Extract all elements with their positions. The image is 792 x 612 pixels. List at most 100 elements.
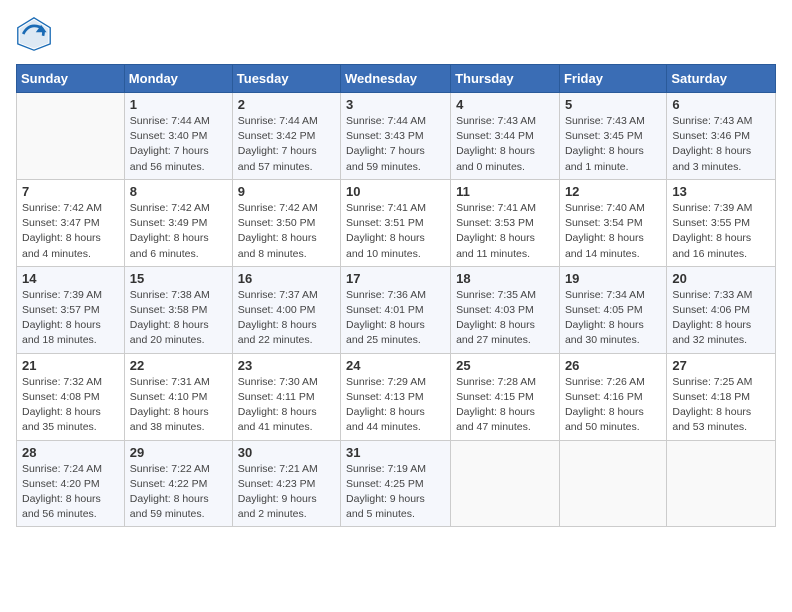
- calendar-cell: 6 Sunrise: 7:43 AM Sunset: 3:46 PM Daylig…: [667, 93, 776, 180]
- day-info: Sunrise: 7:35 AM Sunset: 4:03 PM Dayligh…: [456, 288, 554, 349]
- day-info: Sunrise: 7:32 AM Sunset: 4:08 PM Dayligh…: [22, 375, 119, 436]
- day-number: 15: [130, 271, 227, 286]
- day-number: 28: [22, 445, 119, 460]
- day-number: 25: [456, 358, 554, 373]
- day-info: Sunrise: 7:29 AM Sunset: 4:13 PM Dayligh…: [346, 375, 445, 436]
- calendar-cell: 29 Sunrise: 7:22 AM Sunset: 4:22 PM Dayli…: [124, 440, 232, 527]
- header-day-wednesday: Wednesday: [341, 65, 451, 93]
- day-number: 5: [565, 97, 661, 112]
- day-number: 30: [238, 445, 335, 460]
- day-number: 26: [565, 358, 661, 373]
- calendar-cell: 22Sunrise: 7:31 AM Sunset: 4:10 PM Dayli…: [124, 353, 232, 440]
- day-number: 31: [346, 445, 445, 460]
- day-number: 13: [672, 184, 770, 199]
- day-info: Sunrise: 7:43 AM Sunset: 3:46 PM Dayligh…: [672, 114, 770, 175]
- day-info: Sunrise: 7:26 AM Sunset: 4:16 PM Dayligh…: [565, 375, 661, 436]
- day-number: 14: [22, 271, 119, 286]
- day-info: Sunrise: 7:22 AM Sunset: 4:22 PM Dayligh…: [130, 462, 227, 523]
- day-number: 12: [565, 184, 661, 199]
- day-number: 29: [130, 445, 227, 460]
- calendar-cell: 25 Sunrise: 7:28 AM Sunset: 4:15 PM Dayli…: [451, 353, 560, 440]
- calendar-cell: 19 Sunrise: 7:34 AM Sunset: 4:05 PM Dayli…: [559, 266, 666, 353]
- day-number: 8: [130, 184, 227, 199]
- calendar-table: SundayMondayTuesdayWednesdayThursdayFrid…: [16, 64, 776, 527]
- calendar-cell: 17Sunrise: 7:36 AM Sunset: 4:01 PM Dayli…: [341, 266, 451, 353]
- day-number: 27: [672, 358, 770, 373]
- calendar-cell: 24 Sunrise: 7:29 AM Sunset: 4:13 PM Dayli…: [341, 353, 451, 440]
- calendar-cell: 7 Sunrise: 7:42 AM Sunset: 3:47 PM Daylig…: [17, 179, 125, 266]
- calendar-cell: [17, 93, 125, 180]
- header: [16, 16, 776, 52]
- day-info: Sunrise: 7:25 AM Sunset: 4:18 PM Dayligh…: [672, 375, 770, 436]
- day-number: 21: [22, 358, 119, 373]
- calendar-cell: 23 Sunrise: 7:30 AM Sunset: 4:11 PM Dayli…: [232, 353, 340, 440]
- day-info: Sunrise: 7:24 AM Sunset: 4:20 PM Dayligh…: [22, 462, 119, 523]
- day-number: 19: [565, 271, 661, 286]
- day-number: 18: [456, 271, 554, 286]
- day-number: 3: [346, 97, 445, 112]
- calendar-cell: 18 Sunrise: 7:35 AM Sunset: 4:03 PM Dayli…: [451, 266, 560, 353]
- day-info: Sunrise: 7:37 AM Sunset: 4:00 PM Dayligh…: [238, 288, 335, 349]
- day-info: Sunrise: 7:28 AM Sunset: 4:15 PM Dayligh…: [456, 375, 554, 436]
- day-info: Sunrise: 7:33 AM Sunset: 4:06 PM Dayligh…: [672, 288, 770, 349]
- calendar-cell: 2Sunrise: 7:44 AM Sunset: 3:42 PM Daylig…: [232, 93, 340, 180]
- calendar-cell: 14 Sunrise: 7:39 AM Sunset: 3:57 PM Dayli…: [17, 266, 125, 353]
- calendar-cell: [667, 440, 776, 527]
- day-number: 2: [238, 97, 335, 112]
- day-number: 24: [346, 358, 445, 373]
- day-info: Sunrise: 7:41 AM Sunset: 3:51 PM Dayligh…: [346, 201, 445, 262]
- day-number: 22: [130, 358, 227, 373]
- calendar-cell: [451, 440, 560, 527]
- day-number: 11: [456, 184, 554, 199]
- calendar-cell: 8 Sunrise: 7:42 AM Sunset: 3:49 PM Daylig…: [124, 179, 232, 266]
- logo-icon: [16, 16, 52, 52]
- calendar-week-row: 7 Sunrise: 7:42 AM Sunset: 3:47 PM Daylig…: [17, 179, 776, 266]
- day-info: Sunrise: 7:34 AM Sunset: 4:05 PM Dayligh…: [565, 288, 661, 349]
- logo: [16, 16, 58, 52]
- day-info: Sunrise: 7:39 AM Sunset: 3:55 PM Dayligh…: [672, 201, 770, 262]
- calendar-cell: 26 Sunrise: 7:26 AM Sunset: 4:16 PM Dayli…: [559, 353, 666, 440]
- calendar-cell: 12Sunrise: 7:40 AM Sunset: 3:54 PM Dayli…: [559, 179, 666, 266]
- header-day-saturday: Saturday: [667, 65, 776, 93]
- calendar-week-row: 1Sunrise: 7:44 AM Sunset: 3:40 PM Daylig…: [17, 93, 776, 180]
- calendar-cell: 31 Sunrise: 7:19 AM Sunset: 4:25 PM Dayli…: [341, 440, 451, 527]
- day-info: Sunrise: 7:42 AM Sunset: 3:49 PM Dayligh…: [130, 201, 227, 262]
- day-info: Sunrise: 7:39 AM Sunset: 3:57 PM Dayligh…: [22, 288, 119, 349]
- calendar-cell: 16 Sunrise: 7:37 AM Sunset: 4:00 PM Dayli…: [232, 266, 340, 353]
- day-number: 4: [456, 97, 554, 112]
- day-info: Sunrise: 7:19 AM Sunset: 4:25 PM Dayligh…: [346, 462, 445, 523]
- day-number: 7: [22, 184, 119, 199]
- day-info: Sunrise: 7:42 AM Sunset: 3:47 PM Dayligh…: [22, 201, 119, 262]
- calendar-cell: 15 Sunrise: 7:38 AM Sunset: 3:58 PM Dayli…: [124, 266, 232, 353]
- calendar-cell: 27 Sunrise: 7:25 AM Sunset: 4:18 PM Dayli…: [667, 353, 776, 440]
- header-day-thursday: Thursday: [451, 65, 560, 93]
- day-info: Sunrise: 7:30 AM Sunset: 4:11 PM Dayligh…: [238, 375, 335, 436]
- calendar-cell: 10 Sunrise: 7:41 AM Sunset: 3:51 PM Dayli…: [341, 179, 451, 266]
- day-number: 10: [346, 184, 445, 199]
- day-info: Sunrise: 7:44 AM Sunset: 3:40 PM Dayligh…: [130, 114, 227, 175]
- header-day-monday: Monday: [124, 65, 232, 93]
- calendar-header-row: SundayMondayTuesdayWednesdayThursdayFrid…: [17, 65, 776, 93]
- header-day-tuesday: Tuesday: [232, 65, 340, 93]
- day-number: 20: [672, 271, 770, 286]
- calendar-cell: 1Sunrise: 7:44 AM Sunset: 3:40 PM Daylig…: [124, 93, 232, 180]
- calendar-cell: 5 Sunrise: 7:43 AM Sunset: 3:45 PM Daylig…: [559, 93, 666, 180]
- calendar-week-row: 21 Sunrise: 7:32 AM Sunset: 4:08 PM Dayli…: [17, 353, 776, 440]
- calendar-cell: 20 Sunrise: 7:33 AM Sunset: 4:06 PM Dayli…: [667, 266, 776, 353]
- day-info: Sunrise: 7:41 AM Sunset: 3:53 PM Dayligh…: [456, 201, 554, 262]
- day-info: Sunrise: 7:44 AM Sunset: 3:43 PM Dayligh…: [346, 114, 445, 175]
- day-info: Sunrise: 7:43 AM Sunset: 3:45 PM Dayligh…: [565, 114, 661, 175]
- day-number: 23: [238, 358, 335, 373]
- day-number: 16: [238, 271, 335, 286]
- day-info: Sunrise: 7:43 AM Sunset: 3:44 PM Dayligh…: [456, 114, 554, 175]
- day-number: 6: [672, 97, 770, 112]
- day-info: Sunrise: 7:38 AM Sunset: 3:58 PM Dayligh…: [130, 288, 227, 349]
- calendar-cell: [559, 440, 666, 527]
- calendar-cell: 11 Sunrise: 7:41 AM Sunset: 3:53 PM Dayli…: [451, 179, 560, 266]
- calendar-cell: 28 Sunrise: 7:24 AM Sunset: 4:20 PM Dayli…: [17, 440, 125, 527]
- header-day-friday: Friday: [559, 65, 666, 93]
- calendar-week-row: 14 Sunrise: 7:39 AM Sunset: 3:57 PM Dayli…: [17, 266, 776, 353]
- day-info: Sunrise: 7:21 AM Sunset: 4:23 PM Dayligh…: [238, 462, 335, 523]
- day-info: Sunrise: 7:42 AM Sunset: 3:50 PM Dayligh…: [238, 201, 335, 262]
- calendar-week-row: 28 Sunrise: 7:24 AM Sunset: 4:20 PM Dayli…: [17, 440, 776, 527]
